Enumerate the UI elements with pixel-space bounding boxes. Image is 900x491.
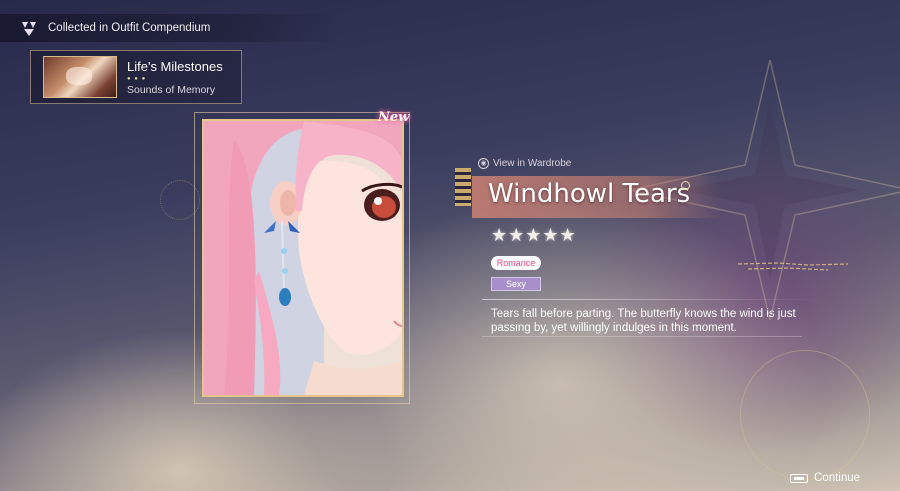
milestone-title: Life's Milestones xyxy=(127,58,223,74)
continue-label: Continue xyxy=(814,472,861,484)
eye-icon: ◉ xyxy=(478,158,489,169)
tag-sexy: Sexy xyxy=(491,277,541,291)
title-ornament xyxy=(681,181,690,190)
view-in-wardrobe-link[interactable]: ◉ View in Wardrobe xyxy=(478,158,571,169)
outfit-card xyxy=(202,119,404,397)
decorative-ring xyxy=(740,350,870,480)
tag-romance: Romance xyxy=(491,256,541,270)
divider xyxy=(482,299,822,300)
view-in-wardrobe-label: View in Wardrobe xyxy=(493,158,572,169)
continue-key-icon xyxy=(790,473,808,483)
milestone-card[interactable]: Life's Milestones ● ● ● Sounds of Memory xyxy=(30,50,242,104)
new-badge: New xyxy=(378,110,410,125)
outfit-name: Windhowl Tears xyxy=(488,179,691,209)
milestone-subtitle: Sounds of Memory xyxy=(127,83,216,96)
film-strip-decoration xyxy=(455,168,471,206)
compendium-icon xyxy=(18,17,40,39)
description-underline xyxy=(482,336,802,337)
milestone-thumbnail xyxy=(43,56,117,98)
continue-button[interactable]: Continue xyxy=(790,472,860,484)
star-rating: ★★★★★ xyxy=(491,225,577,245)
outfit-portrait xyxy=(204,121,402,395)
compendium-header: Collected in Outfit Compendium xyxy=(0,14,340,42)
decorative-scribble xyxy=(738,262,848,271)
milestone-divider: ● ● ● xyxy=(127,75,147,82)
outfit-description: Tears fall before parting. The butterfly… xyxy=(491,308,796,334)
header-text: Collected in Outfit Compendium xyxy=(48,22,211,34)
